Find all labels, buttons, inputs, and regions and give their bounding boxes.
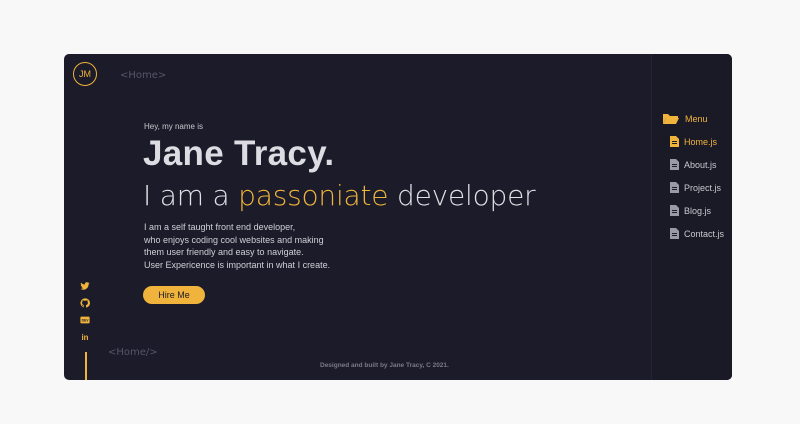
menu-item-blog[interactable]: Blog.js — [670, 205, 711, 216]
js-file-icon — [670, 136, 679, 147]
menu-toggle[interactable]: Menu — [662, 113, 708, 125]
home-close-tag: <Home/> — [108, 347, 158, 358]
greeting-text: Hey, my name is — [144, 122, 203, 131]
devto-icon[interactable]: DEV — [79, 314, 91, 326]
menu-item-label: Home.js — [684, 136, 718, 147]
js-file-icon — [670, 228, 679, 239]
menu-title: Menu — [685, 114, 708, 124]
github-icon[interactable] — [79, 297, 91, 309]
bio-line: I am a self taught front end developer, — [144, 222, 296, 232]
bio-line: them user friendly and easy to navigate. — [144, 247, 304, 258]
linkedin-icon[interactable]: in — [79, 331, 91, 343]
folder-open-icon — [663, 114, 679, 124]
portfolio-window: JM <Home> Hey, my name is Jane Tracy. I … — [64, 54, 732, 380]
bio-line: who enjoys coding cool websites and maki… — [144, 234, 324, 245]
headline-prefix: I am a — [143, 179, 239, 212]
devto-label: DEV — [82, 318, 90, 322]
hire-me-button[interactable]: Hire Me — [143, 286, 205, 304]
logo-badge[interactable]: JM — [73, 62, 97, 86]
menu-item-project[interactable]: Project.js — [670, 182, 721, 193]
menu-item-label: Blog.js — [684, 205, 712, 216]
logo-initials: JM — [79, 69, 91, 79]
social-divider-line — [85, 352, 87, 380]
hero-bio: I am a self taught front end developer, … — [144, 221, 404, 271]
headline-accent: passoniate — [238, 179, 389, 212]
hero-headline: I am a passoniate developer — [143, 179, 536, 212]
menu-item-label: About.js — [684, 159, 717, 170]
hero-name: Jane Tracy. — [143, 134, 335, 173]
linkedin-label: in — [81, 333, 88, 342]
twitter-icon[interactable] — [79, 280, 91, 292]
js-file-icon — [670, 159, 679, 170]
footer-credit: Designed and built by Jane Tracy, C 2021… — [320, 362, 449, 369]
menu-item-about[interactable]: About.js — [670, 159, 717, 170]
menu-item-home[interactable]: Home.js — [670, 136, 717, 147]
headline-suffix: developer — [388, 179, 536, 212]
menu-item-contact[interactable]: Contact.js — [670, 228, 724, 239]
menu-item-label: Contact.js — [684, 228, 725, 239]
js-file-icon — [670, 182, 679, 193]
bio-line: User Expericence is important in what I … — [144, 259, 331, 270]
menu-panel — [651, 54, 732, 380]
js-file-icon — [670, 205, 679, 216]
home-open-tag: <Home> — [120, 70, 167, 81]
social-links: DEV in — [79, 280, 91, 348]
menu-item-label: Project.js — [684, 182, 722, 193]
